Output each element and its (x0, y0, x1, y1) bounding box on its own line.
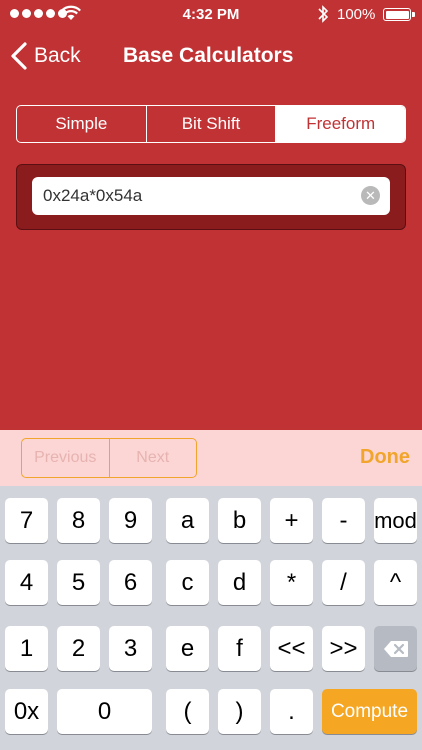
key-d[interactable]: d (218, 560, 261, 605)
clear-icon[interactable]: ✕ (361, 186, 380, 205)
key-3[interactable]: 3 (109, 626, 152, 671)
key-minus[interactable]: - (322, 498, 365, 543)
key-a[interactable]: a (166, 498, 209, 543)
key-decimal[interactable]: . (270, 689, 313, 734)
key-9[interactable]: 9 (109, 498, 152, 543)
key-f[interactable]: f (218, 626, 261, 671)
bluetooth-icon (318, 5, 329, 23)
back-label: Back (34, 44, 81, 67)
next-button[interactable]: Next (110, 439, 197, 477)
previous-button[interactable]: Previous (22, 439, 110, 477)
key-6[interactable]: 6 (109, 560, 152, 605)
battery-percent: 100% (337, 6, 376, 23)
chevron-left-icon (11, 42, 27, 70)
keyboard-toolbar: Previous Next Done (0, 430, 422, 486)
backspace-button[interactable] (374, 626, 417, 671)
key-0[interactable]: 0 (57, 689, 152, 734)
calculator-mode-segmented-control: Simple Bit Shift Freeform (16, 105, 406, 143)
navigation-bar: Back Base Calculators (0, 30, 422, 86)
backspace-icon (383, 640, 408, 657)
compute-button[interactable]: Compute (322, 689, 417, 734)
key-e[interactable]: e (166, 626, 209, 671)
key-5[interactable]: 5 (57, 560, 100, 605)
battery-icon (383, 8, 415, 21)
page-title: Base Calculators (123, 44, 294, 67)
expression-panel: 0x24a*0x54a ✕ (16, 164, 406, 230)
key-close-paren[interactable]: ) (218, 689, 261, 734)
key-divide[interactable]: / (322, 560, 365, 605)
expression-input[interactable]: 0x24a*0x54a ✕ (32, 177, 390, 215)
key-hex-prefix[interactable]: 0x (5, 689, 48, 734)
key-shift-right[interactable]: >> (322, 626, 365, 671)
done-button[interactable]: Done (360, 446, 410, 469)
key-shift-left[interactable]: << (270, 626, 313, 671)
key-b[interactable]: b (218, 498, 261, 543)
key-open-paren[interactable]: ( (166, 689, 209, 734)
tab-simple[interactable]: Simple (17, 106, 147, 142)
expression-value: 0x24a*0x54a (43, 186, 143, 205)
key-c[interactable]: c (166, 560, 209, 605)
key-4[interactable]: 4 (5, 560, 48, 605)
previous-next-control: Previous Next (21, 438, 197, 478)
key-8[interactable]: 8 (57, 498, 100, 543)
key-plus[interactable]: + (270, 498, 313, 543)
tab-freeform[interactable]: Freeform (276, 106, 405, 142)
key-power[interactable]: ^ (374, 560, 417, 605)
status-bar: 4:32 PM 100% (0, 0, 422, 30)
tab-bit-shift[interactable]: Bit Shift (147, 106, 277, 142)
key-2[interactable]: 2 (57, 626, 100, 671)
key-7[interactable]: 7 (5, 498, 48, 543)
key-mod[interactable]: mod (374, 498, 417, 543)
key-multiply[interactable]: * (270, 560, 313, 605)
key-1[interactable]: 1 (5, 626, 48, 671)
custom-keyboard: 7 8 9 a b + - mod 4 5 6 c d * / ^ 1 2 3 … (0, 486, 422, 750)
back-button[interactable]: Back (10, 42, 81, 70)
